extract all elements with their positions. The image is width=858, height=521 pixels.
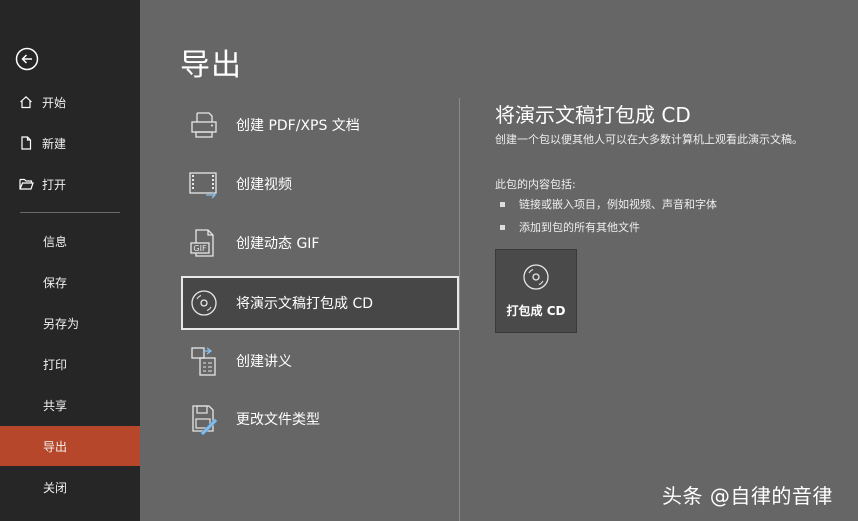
detail-description: 创建一个包以便其他人可以在大多数计算机上观看此演示文稿。	[495, 133, 803, 146]
export-option-label: 创建动态 GIF	[236, 236, 320, 252]
list-item-text: 链接或嵌入项目，例如视频、声音和字体	[519, 198, 717, 211]
export-option-label: 更改文件类型	[236, 412, 320, 428]
sidebar-item-info[interactable]: 信息	[0, 221, 140, 261]
sidebar-item-label: 共享	[43, 398, 68, 413]
pdf-xps-icon	[187, 108, 221, 142]
video-icon	[187, 167, 221, 201]
sidebar-item-label: 导出	[43, 439, 68, 454]
change-file-type-icon	[187, 402, 221, 436]
back-arrow-icon	[15, 47, 39, 71]
sidebar-item-export[interactable]: 导出	[0, 426, 140, 466]
export-option-package-cd[interactable]: 将演示文稿打包成 CD	[181, 276, 459, 330]
sidebar-item-close[interactable]: 关闭	[0, 467, 140, 507]
sidebar-item-save-as[interactable]: 另存为	[0, 303, 140, 343]
list-item-text: 添加到包的所有其他文件	[519, 221, 640, 234]
gif-icon: GIF	[187, 226, 221, 260]
export-option-pdf-xps[interactable]: 创建 PDF/XPS 文档	[181, 98, 459, 152]
export-option-change-file-type[interactable]: 更改文件类型	[181, 392, 459, 446]
sidebar-item-print[interactable]: 打印	[0, 344, 140, 384]
sidebar-item-label: 信息	[43, 234, 68, 249]
sidebar-item-label: 打开	[42, 177, 67, 192]
sidebar-item-home[interactable]: 开始	[0, 82, 140, 122]
package-for-cd-label: 打包成 CD	[506, 304, 566, 318]
home-icon	[18, 94, 34, 110]
sidebar-item-open[interactable]: 打开	[0, 164, 140, 204]
sidebar-item-label: 开始	[42, 95, 67, 110]
sidebar-item-save[interactable]: 保存	[0, 262, 140, 302]
watermark: 头条 @自律的音律	[662, 484, 833, 508]
sidebar-item-label: 另存为	[43, 316, 80, 331]
export-option-label: 将演示文稿打包成 CD	[236, 296, 374, 312]
export-option-label: 创建讲义	[236, 354, 292, 370]
handouts-icon	[187, 344, 221, 378]
export-option-label: 创建 PDF/XPS 文档	[236, 118, 360, 134]
list-item: 添加到包的所有其他文件	[500, 219, 640, 235]
sidebar-item-label: 关闭	[43, 480, 68, 495]
package-for-cd-button[interactable]: 打包成 CD	[495, 249, 577, 333]
export-option-video[interactable]: 创建视频	[181, 157, 459, 211]
sidebar-item-label: 保存	[43, 275, 68, 290]
sidebar-item-new[interactable]: 新建	[0, 123, 140, 163]
detail-contents-heading: 此包的内容包括:	[495, 178, 576, 191]
svg-text:GIF: GIF	[193, 244, 207, 253]
cd-icon	[187, 286, 221, 320]
bullet-icon	[500, 224, 505, 230]
page-title: 导出	[180, 48, 242, 83]
back-button[interactable]	[14, 46, 40, 72]
new-document-icon	[18, 135, 34, 151]
folder-open-icon	[18, 176, 34, 192]
export-option-gif[interactable]: GIF 创建动态 GIF	[181, 216, 459, 270]
export-option-handouts[interactable]: 创建讲义	[181, 334, 459, 388]
backstage-sidebar: 开始 新建 打开 信息 保存 另存为 打印 共享 导出 关闭	[0, 0, 140, 521]
panel-separator	[459, 98, 460, 521]
sidebar-item-label: 新建	[42, 136, 67, 151]
sidebar-item-share[interactable]: 共享	[0, 385, 140, 425]
sidebar-item-label: 打印	[43, 357, 68, 372]
list-item: 链接或嵌入项目，例如视频、声音和字体	[500, 196, 717, 212]
sidebar-divider	[20, 212, 120, 213]
bullet-icon	[500, 201, 505, 207]
cd-icon	[521, 262, 551, 292]
export-option-label: 创建视频	[236, 177, 292, 193]
detail-title: 将演示文稿打包成 CD	[495, 103, 691, 127]
